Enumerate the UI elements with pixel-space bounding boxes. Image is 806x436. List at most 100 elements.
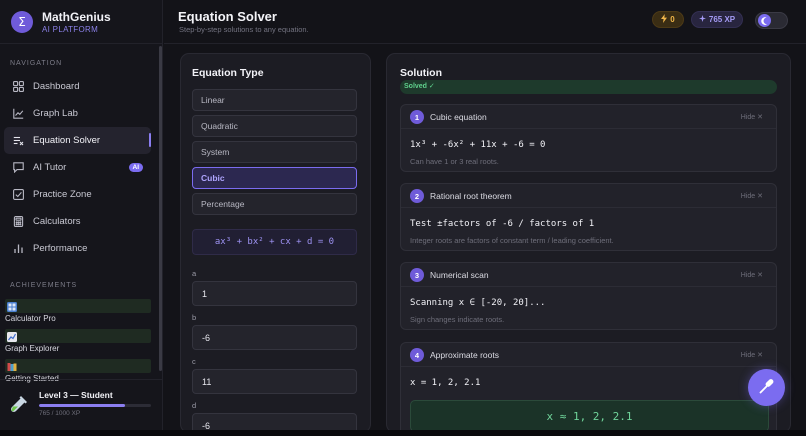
solution-step-2: 2 Rational root theorem Hide ✕ Test ±fac… (400, 183, 777, 251)
step-expression: x = 1, 2, 2.1 (410, 378, 481, 388)
ai-badge: AI (128, 163, 143, 172)
solution-panel: Solution Solved ✓ 1 Cubic equation Hide … (386, 53, 791, 433)
step-title: Approximate roots (430, 350, 499, 360)
coefficient-label-c: c (192, 357, 196, 366)
type-button-quadratic[interactable]: Quadratic (192, 115, 357, 137)
sidebar-item-dashboard[interactable]: Dashboard (4, 73, 151, 100)
achievements-list: Calculator Pro Graph Explorer Getting St… (5, 299, 151, 389)
calculator-icon (12, 216, 24, 228)
sidebar-item-label: AI Tutor (33, 162, 67, 173)
sidebar-scrollbar[interactable] (159, 46, 162, 371)
coefficient-label-d: d (192, 401, 197, 410)
step-hide-button[interactable]: Hide ✕ (741, 113, 763, 121)
bar-chart-icon (12, 243, 24, 255)
lightning-icon (661, 14, 668, 25)
app-root: Σ MathGenius AI PLATFORM NAVIGATION Dash… (0, 0, 806, 436)
step-title: Numerical scan (430, 270, 489, 280)
step-number: 1 (410, 110, 424, 124)
sidebar-item-label: Dashboard (33, 81, 80, 92)
step-number: 3 (410, 268, 424, 282)
brand-subtitle: AI PLATFORM (42, 24, 99, 34)
achievement-item: Graph Explorer (5, 329, 151, 353)
sparkle-icon (698, 15, 706, 24)
page-title: Equation Solver (178, 9, 277, 24)
answer-box: x ≈ 1, 2, 2.1 (410, 400, 769, 432)
solution-step-4: 4 Approximate roots Hide ✕ x = 1, 2, 2.1… (400, 342, 777, 432)
step-hide-button[interactable]: Hide ✕ (741, 192, 763, 200)
streak-badge[interactable]: 0 (652, 11, 684, 28)
achievement-name: Graph Explorer (5, 344, 60, 353)
step-hide-button[interactable]: Hide ✕ (741, 271, 763, 279)
chart-emoji-icon (7, 331, 17, 342)
step-number: 4 (410, 348, 424, 362)
theme-toggle[interactable] (755, 12, 788, 29)
type-button-system[interactable]: System (192, 141, 357, 163)
step-hide-button[interactable]: Hide ✕ (741, 351, 763, 359)
solved-status-bar: Solved ✓ (400, 80, 777, 94)
step-title: Rational root theorem (430, 191, 512, 201)
step-note: Can have 1 or 3 real roots. (410, 157, 499, 166)
test-tube-icon (10, 395, 28, 413)
xp-count: 765 XP (708, 15, 736, 24)
step-number: 2 (410, 189, 424, 203)
level-title: Level 3 — Student (39, 390, 113, 400)
achievements-section-label: ACHIEVEMENTS (10, 282, 78, 289)
sidebar-item-ai-tutor[interactable]: AI Tutor AI (4, 154, 151, 181)
line-chart-icon (12, 108, 24, 120)
sidebar-item-label: Graph Lab (33, 108, 78, 119)
step-expression: 1x³ + -6x² + 11x + -6 = 0 (410, 140, 546, 150)
sidebar-item-label: Calculators (33, 216, 81, 227)
equation-type-title: Equation Type (192, 67, 264, 79)
grid-icon (12, 81, 24, 93)
bottom-edge (0, 430, 806, 436)
solved-badge: Solved ✓ (404, 83, 435, 90)
sidebar-item-graph-lab[interactable]: Graph Lab (4, 100, 151, 127)
solution-title: Solution (400, 67, 442, 79)
step-title: Cubic equation (430, 112, 487, 122)
voice-fab-button[interactable] (748, 369, 785, 406)
books-emoji-icon (7, 361, 17, 371)
sidebar-item-practice-zone[interactable]: Practice Zone (4, 181, 151, 208)
step-expression: Scanning x ∈ [-20, 20]... (410, 298, 546, 308)
chat-icon (12, 162, 24, 174)
sidebar-item-label: Practice Zone (33, 189, 92, 200)
step-note: Sign changes indicate roots. (410, 315, 505, 324)
solution-step-1: 1 Cubic equation Hide ✕ 1x³ + -6x² + 11x… (400, 104, 777, 172)
coefficient-label-b: b (192, 313, 197, 322)
sidebar-item-label: Performance (33, 243, 88, 254)
brand-name: MathGenius (42, 9, 111, 24)
step-note: Integer roots are factors of constant te… (410, 236, 614, 245)
top-header: Equation Solver Step-by-step solutions t… (164, 0, 806, 44)
coefficient-input-b[interactable]: -6 (192, 325, 357, 350)
step-expression: Test ±factors of -6 / factors of 1 (410, 219, 595, 229)
brand-logo-icon: Σ (11, 10, 33, 33)
coefficient-input-c[interactable]: 11 (192, 369, 357, 394)
brand[interactable]: Σ MathGenius AI PLATFORM (0, 0, 162, 44)
solution-step-3: 3 Numerical scan Hide ✕ Scanning x ∈ [-2… (400, 262, 777, 330)
level-card: Level 3 — Student 765 / 1000 XP (0, 379, 163, 427)
equation-icon (12, 135, 24, 147)
coefficient-label-a: a (192, 269, 197, 278)
type-button-percentage[interactable]: Percentage (192, 193, 357, 215)
xp-badge[interactable]: 765 XP (691, 11, 743, 28)
sidebar-nav: Dashboard Graph Lab Equation Solver AI T… (4, 73, 151, 262)
microphone-icon (758, 377, 776, 398)
coefficient-input-a[interactable]: 1 (192, 281, 357, 306)
sidebar-item-label: Equation Solver (33, 135, 101, 146)
type-button-cubic[interactable]: Cubic (192, 167, 357, 189)
moon-icon (758, 14, 771, 27)
sidebar-item-performance[interactable]: Performance (4, 235, 151, 262)
equation-type-panel: Equation Type Linear Quadratic System Cu… (180, 53, 371, 433)
sidebar: Σ MathGenius AI PLATFORM NAVIGATION Dash… (0, 0, 163, 430)
achievement-name: Calculator Pro (5, 314, 56, 323)
sidebar-item-calculators[interactable]: Calculators (4, 208, 151, 235)
sidebar-item-equation-solver[interactable]: Equation Solver (4, 127, 151, 154)
achievement-item: Calculator Pro (5, 299, 151, 323)
level-progress-bar (39, 404, 151, 407)
level-xp-text: 765 / 1000 XP (39, 410, 81, 417)
checkbox-icon (12, 189, 24, 201)
type-button-linear[interactable]: Linear (192, 89, 357, 111)
streak-count: 0 (670, 15, 675, 24)
page-subtitle: Step-by-step solutions to any equation. (179, 25, 309, 34)
level-progress-fill (39, 404, 125, 407)
